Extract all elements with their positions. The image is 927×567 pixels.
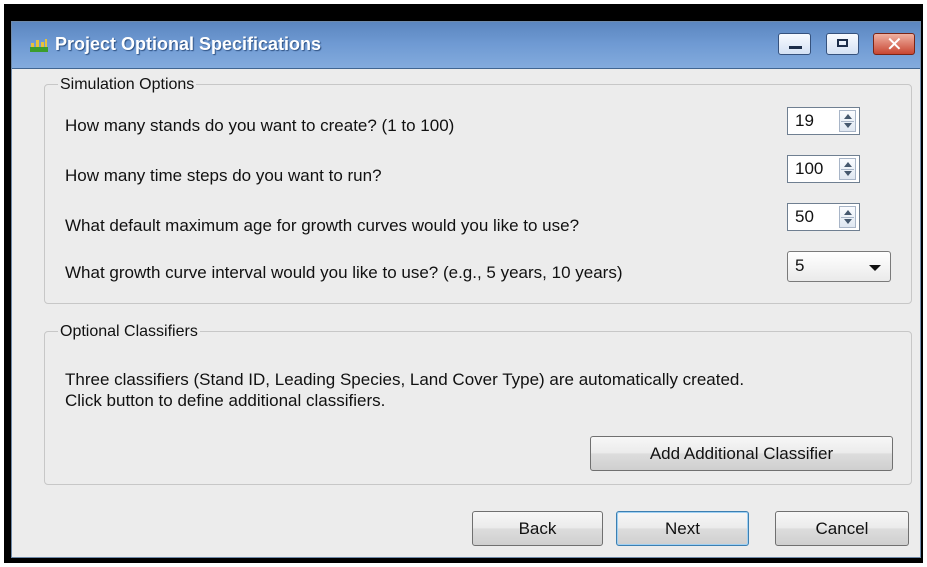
interval-question: What growth curve interval would you lik… (65, 263, 623, 282)
optional-classifiers-label: Optional Classifiers (58, 322, 200, 342)
max-age-value: 50 (795, 207, 814, 226)
add-additional-classifier-button[interactable]: Add Additional Classifier (590, 436, 893, 471)
stands-question: How many stands do you want to create? (… (65, 116, 455, 135)
dialog-window: Project Optional Specifications ✕ Simula… (11, 21, 921, 558)
simulation-options-label: Simulation Options (58, 75, 197, 95)
stands-value: 19 (795, 111, 814, 130)
classifiers-description: Three classifiers (Stand ID, Leading Spe… (65, 369, 885, 411)
close-button[interactable]: ✕ (873, 33, 915, 55)
interval-dropdown[interactable]: 5 (787, 251, 891, 282)
max-age-question: What default maximum age for growth curv… (65, 216, 580, 235)
back-button[interactable]: Back (472, 511, 603, 546)
spinner-arrows-icon[interactable] (839, 206, 856, 228)
chevron-down-icon (869, 265, 881, 271)
window-title: Project Optional Specifications (55, 34, 322, 54)
classifiers-description-line2: Click button to define additional classi… (65, 391, 386, 410)
time-steps-value: 100 (795, 159, 824, 178)
close-icon: ✕ (886, 32, 903, 56)
spinner-arrows-icon[interactable] (839, 110, 856, 132)
optional-classifiers-group: Optional Classifiers Three classifiers (… (44, 322, 912, 485)
maximize-button[interactable] (826, 33, 859, 55)
time-steps-spinner[interactable]: 100 (787, 155, 860, 183)
forest-growth-icon (30, 39, 48, 52)
cancel-button[interactable]: Cancel (775, 511, 909, 546)
title-bar[interactable]: Project Optional Specifications ✕ (12, 22, 920, 69)
classifiers-description-line1: Three classifiers (Stand ID, Leading Spe… (65, 370, 745, 389)
next-button[interactable]: Next (616, 511, 749, 546)
stands-spinner[interactable]: 19 (787, 107, 860, 135)
time-steps-question: How many time steps do you want to run? (65, 166, 382, 185)
spinner-arrows-icon[interactable] (839, 158, 856, 180)
max-age-spinner[interactable]: 50 (787, 203, 860, 231)
interval-value: 5 (795, 256, 805, 275)
simulation-options-group: Simulation Options How many stands do yo… (44, 75, 912, 304)
minimize-button[interactable] (778, 33, 811, 55)
